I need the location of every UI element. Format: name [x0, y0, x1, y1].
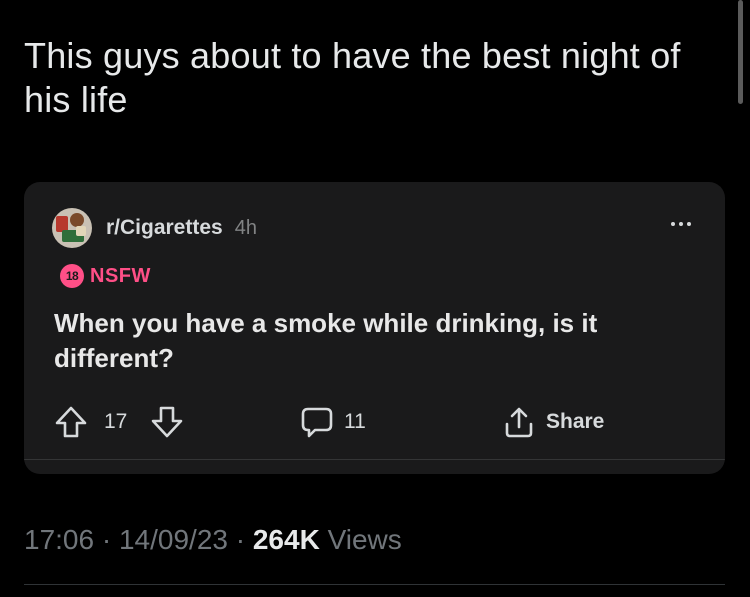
comment-button[interactable]: 11: [300, 400, 366, 444]
post-age: 4h: [234, 216, 257, 239]
meta-separator: ·: [101, 524, 112, 555]
tweet-time[interactable]: 17:06: [24, 524, 94, 555]
tweet-meta: 17:06 · 14/09/23 · 264K Views: [24, 524, 402, 556]
nsfw-label: NSFW: [90, 264, 151, 287]
share-label: Share: [546, 410, 605, 433]
subreddit-name[interactable]: r/Cigarettes: [106, 216, 223, 240]
views-count[interactable]: 264K: [253, 524, 320, 555]
nsfw-18-icon: 18: [60, 264, 84, 288]
nsfw-tag: 18 NSFW: [60, 264, 151, 288]
upvote-arrow-icon: [55, 406, 87, 438]
comment-count: 11: [344, 410, 366, 433]
tweet-date[interactable]: 14/09/23: [119, 524, 228, 555]
more-dots-icon[interactable]: [671, 222, 691, 226]
vote-count: 17: [104, 410, 128, 433]
subreddit-avatar[interactable]: [52, 208, 92, 248]
comment-bubble-icon: [301, 407, 333, 438]
upvote-button[interactable]: [54, 400, 88, 444]
downvote-button[interactable]: [150, 400, 184, 444]
tweet-text: This guys about to have the best night o…: [24, 35, 681, 120]
post-title[interactable]: When you have a smoke while drinking, is…: [54, 306, 654, 376]
embed-header: r/Cigarettes 4h: [52, 208, 257, 248]
reddit-embed-card[interactable]: r/Cigarettes 4h 18 NSFW When you have a …: [24, 182, 725, 474]
bottom-divider: [24, 584, 725, 585]
meta-separator: ·: [235, 524, 246, 555]
share-icon: [505, 407, 533, 438]
downvote-arrow-icon: [151, 406, 183, 438]
scrollbar[interactable]: [738, 0, 743, 104]
post-actions: 17 11 Share: [54, 400, 704, 444]
share-button[interactable]: Share: [502, 400, 604, 444]
card-divider: [24, 459, 725, 460]
views-label: Views: [327, 524, 402, 555]
